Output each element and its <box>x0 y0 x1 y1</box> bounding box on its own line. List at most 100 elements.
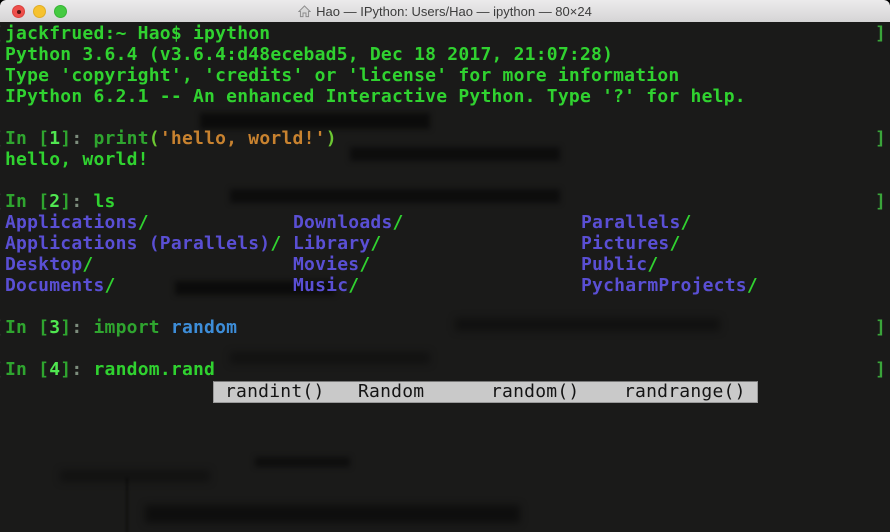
ls-cell: Library/ <box>293 233 581 254</box>
terminal-line-in4: [In [4]: random.rand] <box>5 359 890 380</box>
ghost-bracket-right: ] <box>875 317 886 338</box>
directory-name: Pictures <box>581 233 669 254</box>
terminal-window: Hao — IPython: Users/Hao — ipython — 80×… <box>0 0 890 532</box>
title-bar[interactable]: Hao — IPython: Users/Hao — ipython — 80×… <box>0 0 890 23</box>
ls-cell: Movies/ <box>293 254 581 275</box>
prompt-number: 2 <box>49 191 60 212</box>
prompt-in: In <box>5 191 38 212</box>
ls-cell: Applications (Parallels)/ <box>5 233 293 254</box>
terminal-line-ipython-banner: IPython 6.2.1 -- An enhanced Interactive… <box>5 86 890 107</box>
terminal-line-in3: [In [3]: import random] <box>5 317 890 338</box>
window-title: Hao — IPython: Users/Hao — ipython — 80×… <box>298 4 592 19</box>
completion-item[interactable]: randint() <box>225 382 358 402</box>
directory-slash: / <box>359 254 370 275</box>
terminal-line-python-version: Python 3.6.4 (v3.6.4:d48ecebad5, Dec 18 … <box>5 44 890 65</box>
ghost-bracket-right: ] <box>875 359 886 380</box>
completion-item[interactable]: Random <box>358 382 491 402</box>
ghost-bracket-right: ] <box>875 128 886 149</box>
directory-slash: / <box>681 212 692 233</box>
minimize-icon[interactable] <box>33 5 46 18</box>
ls-output-row: Documents/Music/PycharmProjects/ <box>5 275 890 296</box>
directory-name: Parallels <box>581 212 681 233</box>
ls-output-row: Desktop/Movies/Public/ <box>5 254 890 275</box>
home-icon <box>298 5 311 18</box>
directory-slash: / <box>747 275 758 296</box>
terminal-line-in2: [In [2]: ls] <box>5 191 890 212</box>
completion-menu: randint()Randomrandom()randrange() <box>213 381 758 403</box>
terminal-line-in1: [In [1]: print('hello, world!')] <box>5 128 890 149</box>
terminal-line-blank <box>5 170 890 191</box>
prompt-in: In <box>5 128 38 149</box>
directory-name: Applications (Parallels) <box>5 233 270 254</box>
ls-cell: Parallels/ <box>581 212 692 233</box>
directory-slash: / <box>669 233 680 254</box>
terminal-line-blank <box>5 296 890 317</box>
directory-name: Public <box>581 254 647 275</box>
directory-slash: / <box>82 254 93 275</box>
ls-cell: Documents/ <box>5 275 293 296</box>
ghost-smudge <box>255 457 350 467</box>
directory-slash: / <box>647 254 658 275</box>
ipython-banner-text: IPython 6.2.1 -- An enhanced Interactive… <box>5 86 746 107</box>
prompt-colon: : <box>71 359 93 380</box>
ghost-bracket-left: [ <box>0 317 3 338</box>
ghost-bracket-left: [ <box>0 128 3 149</box>
directory-slash: / <box>138 212 149 233</box>
prompt-colon: : <box>71 317 93 338</box>
directory-name: Library <box>293 233 370 254</box>
directory-slash: / <box>370 233 381 254</box>
terminal-line-out1: hello, world! <box>5 149 890 170</box>
ls-cell: Desktop/ <box>5 254 293 275</box>
prompt-open-bracket: [ <box>38 191 49 212</box>
zoom-icon[interactable] <box>54 5 67 18</box>
directory-name: PycharmProjects <box>581 275 747 296</box>
prompt-close-bracket: ] <box>60 359 71 380</box>
ghost-bracket-left: [ <box>0 23 3 44</box>
prompt-in: In <box>5 359 38 380</box>
terminal-content[interactable]: [jackfrued:~ Hao$ ipython] Python 3.6.4 … <box>0 22 890 532</box>
prompt-number: 3 <box>49 317 60 338</box>
close-icon[interactable] <box>12 5 25 18</box>
directory-slash: / <box>105 275 116 296</box>
code-keyword: import <box>93 317 170 338</box>
code-function: print <box>93 128 148 149</box>
traffic-lights <box>12 0 67 22</box>
ghost-bracket-right: ] <box>875 191 886 212</box>
ls-cell: Pictures/ <box>581 233 681 254</box>
directory-name: Documents <box>5 275 105 296</box>
ghost-smudge <box>60 470 210 482</box>
prompt-close-bracket: ] <box>60 128 71 149</box>
ls-cell: Downloads/ <box>293 212 581 233</box>
ghost-smudge <box>145 505 520 523</box>
ls-cell: Applications/ <box>5 212 293 233</box>
completion-item[interactable]: randrange() <box>624 382 746 402</box>
directory-name: Movies <box>293 254 359 275</box>
code-module: random <box>171 317 237 338</box>
bash-prompt-text: jackfrued:~ Hao$ ipython <box>5 23 270 44</box>
ls-output-row: Applications/Downloads/Parallels/ <box>5 212 890 233</box>
prompt-close-bracket: ] <box>60 317 71 338</box>
ls-output-row: Applications (Parallels)/Library/Picture… <box>5 233 890 254</box>
terminal-line-blank <box>5 107 890 128</box>
code-command: random.rand <box>93 359 215 380</box>
prompt-open-bracket: [ <box>38 359 49 380</box>
prompt-colon: : <box>71 191 93 212</box>
prompt-open-bracket: [ <box>38 317 49 338</box>
directory-slash: / <box>393 212 404 233</box>
directory-name: Desktop <box>5 254 82 275</box>
completion-item[interactable]: random() <box>491 382 624 402</box>
ghost-bracket-left: [ <box>0 191 3 212</box>
terminal-line-blank <box>5 338 890 359</box>
ls-cell: Music/ <box>293 275 581 296</box>
code-command: ls <box>93 191 115 212</box>
ghost-bracket-left: [ <box>0 359 3 380</box>
terminal-line-copyright: Type 'copyright', 'credits' or 'license'… <box>5 65 890 86</box>
python-version-text: Python 3.6.4 (v3.6.4:d48ecebad5, Dec 18 … <box>5 44 613 65</box>
directory-slash: / <box>348 275 359 296</box>
ghost-bracket-right: ] <box>875 23 886 44</box>
ghost-smudge <box>126 478 128 532</box>
directory-name: Applications <box>5 212 138 233</box>
code-paren-close: ) <box>326 128 337 149</box>
directory-slash: / <box>270 233 281 254</box>
prompt-number: 4 <box>49 359 60 380</box>
